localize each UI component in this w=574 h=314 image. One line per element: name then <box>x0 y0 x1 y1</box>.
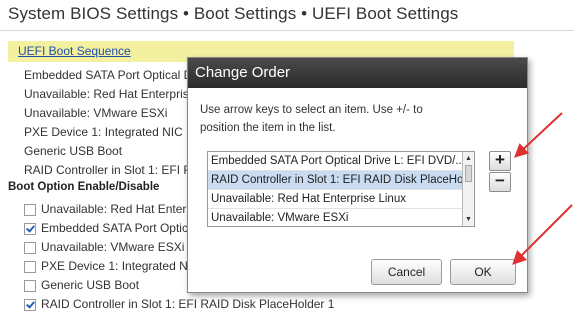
sequence-item: Unavailable: Red Hat Enterprise <box>24 87 196 101</box>
page-title: System BIOS Settings • Boot Settings • U… <box>8 4 459 23</box>
boot-option-item: RAID Controller in Slot 1: EFI RAID Disk… <box>24 295 334 314</box>
scroll-down-icon[interactable]: ▼ <box>463 214 474 225</box>
title-divider <box>0 30 574 31</box>
boot-order-listbox[interactable]: Embedded SATA Port Optical Drive L: EFI … <box>207 151 475 227</box>
uefi-boot-sequence-list: Embedded SATA Port Optical D Unavailable… <box>24 66 200 180</box>
listbox-scrollbar[interactable]: ▲ ▼ <box>462 152 474 226</box>
boot-option-label: Generic USB Boot <box>41 278 140 292</box>
sequence-item: PXE Device 1: Integrated NIC 1 <box>24 125 193 139</box>
boot-option-label: Embedded SATA Port Optica <box>41 221 195 235</box>
list-item[interactable]: RAID Controller in Slot 1: EFI RAID Disk… <box>208 171 473 190</box>
change-order-dialog: Change Order Use arrow keys to select an… <box>187 57 528 293</box>
boot-option-checkbox[interactable] <box>24 222 36 235</box>
boot-option-checkbox[interactable] <box>24 203 36 216</box>
list-item[interactable]: Unavailable: Red Hat Enterprise Linux <box>208 190 473 209</box>
scroll-up-icon[interactable]: ▲ <box>463 153 474 164</box>
boot-option-checkbox[interactable] <box>24 241 36 254</box>
boot-option-checkbox[interactable] <box>24 298 36 311</box>
sequence-item: Generic USB Boot <box>24 144 123 158</box>
boot-option-checkbox[interactable] <box>24 260 36 273</box>
dialog-title: Change Order <box>188 58 527 88</box>
list-item[interactable]: Unavailable: VMware ESXi <box>208 209 473 226</box>
scroll-thumb[interactable] <box>465 165 472 182</box>
boot-option-heading: Boot Option Enable/Disable <box>8 181 160 193</box>
ok-button[interactable]: OK <box>450 259 516 285</box>
dialog-instructions: Use arrow keys to select an item. Use +/… <box>200 104 423 134</box>
sequence-item: Embedded SATA Port Optical D <box>24 68 193 82</box>
boot-option-label: Unavailable: Red Hat Enterpr <box>41 202 198 216</box>
boot-option-label: RAID Controller in Slot 1: EFI RAID Disk… <box>41 297 335 311</box>
sequence-item: Unavailable: VMware ESXi <box>24 106 168 120</box>
move-down-minus-button[interactable]: − <box>489 172 511 192</box>
move-up-plus-button[interactable]: + <box>489 151 511 171</box>
boot-option-checkbox[interactable] <box>24 279 36 292</box>
cancel-button[interactable]: Cancel <box>371 259 442 285</box>
boot-option-label: PXE Device 1: Integrated NIC <box>41 259 200 273</box>
boot-option-label: Unavailable: VMware ESXi <box>41 240 185 254</box>
list-item[interactable]: Embedded SATA Port Optical Drive L: EFI … <box>208 152 473 171</box>
uefi-boot-sequence-link[interactable]: UEFI Boot Sequence <box>18 44 131 58</box>
sequence-item: RAID Controller in Slot 1: EFI RA <box>24 163 201 177</box>
